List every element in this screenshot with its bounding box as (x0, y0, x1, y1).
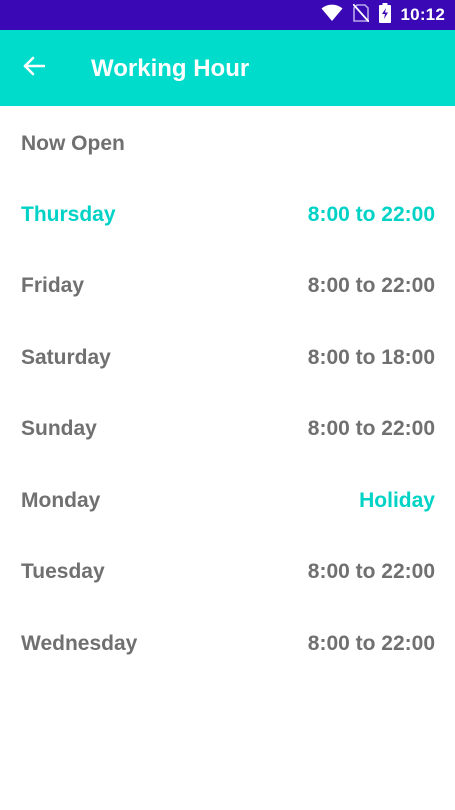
holiday-label: Holiday (359, 488, 435, 512)
day-label: Sunday (21, 417, 97, 441)
day-label: Monday (21, 488, 101, 512)
working-hours-list: Thursday 8:00 to 22:00 Friday 8:00 to 22… (21, 179, 435, 680)
wifi-icon (321, 4, 343, 27)
status-time: 10:12 (400, 5, 445, 24)
status-bar: 10:12 (0, 0, 455, 30)
app-bar: Working Hour (0, 30, 455, 106)
hours-value: 8:00 to 18:00 (307, 345, 435, 369)
day-label: Thursday (21, 202, 116, 226)
day-label: Tuesday (21, 560, 105, 584)
section-title-now-open: Now Open (21, 132, 125, 155)
day-label: Friday (21, 274, 85, 298)
hours-row-saturday: Saturday 8:00 to 18:00 (21, 322, 435, 394)
hours-row-monday: Monday Holiday (21, 465, 435, 537)
no-sim-icon (351, 2, 370, 27)
hours-value: 8:00 to 22:00 (307, 631, 435, 655)
hours-row-wednesday: Wednesday 8:00 to 22:00 (21, 608, 435, 680)
hours-row-sunday: Sunday 8:00 to 22:00 (21, 394, 435, 466)
hours-row-thursday: Thursday 8:00 to 22:00 (21, 179, 435, 251)
hours-value: 8:00 to 22:00 (307, 202, 435, 226)
hours-value: 8:00 to 22:00 (307, 417, 435, 441)
hours-value: 8:00 to 22:00 (307, 560, 435, 584)
status-icons: 10:12 (321, 0, 445, 30)
day-label: Saturday (21, 345, 111, 369)
arrow-left-icon (23, 56, 46, 81)
back-button[interactable] (14, 48, 54, 88)
day-label: Wednesday (21, 631, 138, 655)
hours-row-friday: Friday 8:00 to 22:00 (21, 251, 435, 323)
hours-value: 8:00 to 22:00 (307, 274, 435, 298)
page-title: Working Hour (91, 55, 250, 82)
battery-charging-icon (378, 2, 391, 28)
hours-row-tuesday: Tuesday 8:00 to 22:00 (21, 537, 435, 609)
